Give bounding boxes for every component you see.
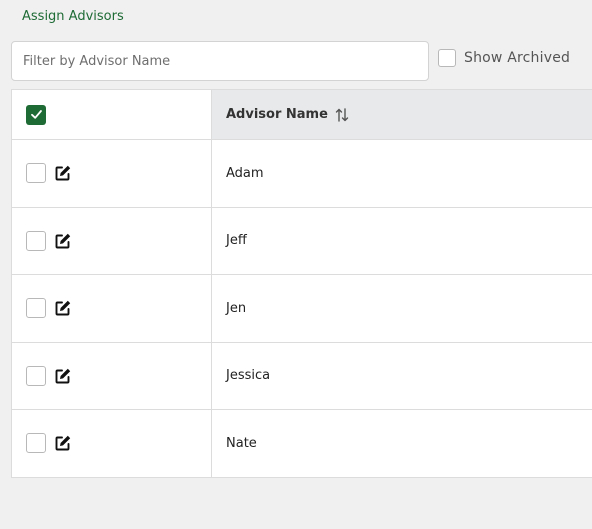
edit-icon[interactable] (54, 164, 72, 182)
row-actions-cell (12, 410, 212, 477)
advisor-name-header-label: Advisor Name (226, 107, 328, 122)
row-select-checkbox[interactable] (26, 230, 46, 251)
edit-icon[interactable] (54, 434, 72, 452)
row-select-checkbox[interactable] (26, 365, 46, 386)
advisor-name-cell: Jessica (226, 368, 271, 384)
advisor-name-filter-input[interactable] (11, 41, 429, 81)
row-select-checkbox[interactable] (26, 163, 46, 184)
sort-arrows-icon[interactable] (334, 107, 350, 123)
show-archived-label: Show Archived (464, 50, 571, 66)
row-actions-cell (12, 207, 212, 274)
table-row: Jeff (12, 207, 592, 275)
advisor-name-column-header[interactable]: Advisor Name (212, 90, 592, 139)
row-actions-cell (12, 140, 212, 207)
assign-advisors-link[interactable]: Assign Advisors (22, 9, 124, 24)
advisor-name-cell: Jeff (226, 233, 247, 249)
select-all-checkbox[interactable] (26, 104, 46, 125)
checkmark-icon (30, 110, 42, 119)
select-column-header (12, 90, 212, 139)
show-archived-checkbox[interactable] (438, 49, 456, 67)
advisors-table: Advisor Name Adam Jeff Jen Jessica Nate (11, 89, 592, 478)
show-archived-toggle[interactable]: Show Archived (438, 48, 570, 68)
row-select-checkbox[interactable] (26, 433, 46, 454)
advisor-name-cell: Jen (226, 300, 247, 316)
table-row: Jen (12, 275, 592, 343)
table-row: Nate (12, 410, 592, 478)
edit-icon[interactable] (54, 232, 72, 250)
table-header-row: Advisor Name (12, 90, 592, 140)
row-actions-cell (12, 275, 212, 342)
row-select-checkbox[interactable] (26, 298, 46, 319)
edit-icon[interactable] (54, 299, 72, 317)
advisor-name-cell: Adam (226, 165, 264, 181)
table-row: Adam (12, 140, 592, 208)
table-row: Jessica (12, 342, 592, 410)
row-actions-cell (12, 342, 212, 409)
edit-icon[interactable] (54, 367, 72, 385)
advisor-name-cell: Nate (226, 435, 257, 451)
